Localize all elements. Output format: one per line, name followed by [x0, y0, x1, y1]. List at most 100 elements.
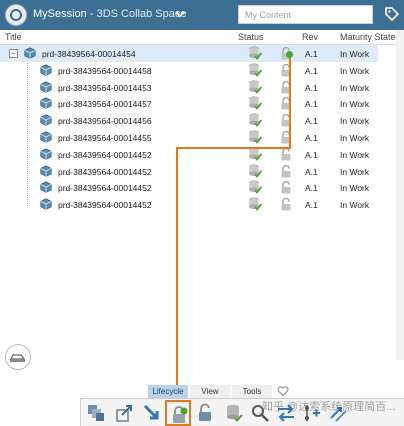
row-maturity: In Work: [340, 149, 370, 160]
top-bar: MySession - 3DS Collab Space My Content: [0, 0, 404, 30]
reserve-button[interactable]: [165, 400, 191, 426]
lock-add-icon: [173, 406, 188, 423]
part-icon: [24, 47, 36, 59]
part-icon: [40, 148, 52, 160]
tab-view[interactable]: View: [190, 385, 230, 398]
annotation-line: [289, 55, 291, 148]
status-icon: [249, 197, 262, 212]
tree-row[interactable]: prd-38439564-00014457 A.1 In Work: [0, 95, 378, 112]
share-icon: [116, 405, 132, 422]
share-button[interactable]: [111, 400, 137, 426]
database-icon: [227, 404, 243, 423]
part-icon: [40, 81, 52, 93]
part-icon: [40, 64, 52, 76]
status-icon: [249, 63, 262, 77]
row-rev: A.1: [305, 133, 318, 143]
row-maturity: In Work: [340, 133, 370, 143]
part-icon: [40, 97, 52, 110]
row-title: prd-38439564-00014452: [58, 166, 152, 177]
status-icon: [249, 164, 262, 178]
tree-row[interactable]: prd-38439564-00014458 A.1 In Work: [0, 62, 378, 79]
search-input[interactable]: My Content: [238, 5, 373, 24]
column-status[interactable]: Status: [238, 32, 264, 42]
row-title: prd-38439564-00014455: [58, 133, 152, 143]
tree-row[interactable]: prd-38439564-00014453 A.1 In Work: [0, 79, 378, 96]
row-title: prd-38439564-00014456: [58, 116, 152, 127]
tree-row[interactable]: prd-38439564-00014456 A.1 In Work: [0, 112, 378, 129]
tag-icon[interactable]: [385, 7, 399, 21]
status-icon: [249, 96, 262, 111]
session-title[interactable]: MySession - 3DS Collab Space: [33, 8, 186, 20]
copy-structure-button[interactable]: [83, 400, 109, 426]
lock-icon: [281, 147, 291, 161]
column-maturity[interactable]: Maturity State: [340, 32, 396, 42]
row-rev: A.1: [305, 166, 318, 177]
row-title: prd-38439564-00014452: [58, 149, 152, 160]
part-icon: [40, 131, 52, 143]
row-rev: A.1: [305, 82, 318, 93]
tree-row[interactable]: prd-38439564-00014454 A.1 In Work −: [0, 45, 378, 62]
compass-logo-icon[interactable]: [5, 4, 27, 26]
collapse-button[interactable]: [139, 400, 165, 426]
status-icon: [249, 130, 262, 144]
row-maturity: In Work: [340, 166, 370, 177]
row-title: prd-38439564-00014454: [42, 49, 136, 59]
tree-row[interactable]: prd-38439564-00014452 A.1 In Work: [0, 196, 378, 213]
row-rev: A.1: [305, 200, 318, 211]
lock-icon: [281, 198, 291, 211]
part-icon: [40, 114, 52, 126]
row-title: prd-38439564-00014452: [58, 200, 152, 211]
vertical-scrollbar[interactable]: [396, 30, 404, 360]
database-button[interactable]: [221, 400, 247, 426]
tree-row[interactable]: prd-38439564-00014452 A.1 In Work: [0, 179, 378, 196]
part-icon: [40, 181, 52, 194]
column-title[interactable]: Title: [5, 32, 22, 42]
row-title: prd-38439564-00014457: [58, 99, 152, 110]
row-maturity: In Work: [340, 65, 370, 76]
space-name: 3DS Collab Space: [96, 8, 187, 20]
row-rev: A.1: [305, 49, 318, 59]
row-title: prd-38439564-00014453: [58, 82, 152, 93]
row-title: prd-38439564-00014458: [58, 65, 152, 76]
car-assistant-button[interactable]: [5, 344, 31, 370]
status-icon: [249, 46, 262, 60]
copy-structure-icon: [88, 405, 104, 421]
row-maturity: In Work: [340, 82, 370, 93]
title-separator: -: [86, 8, 97, 20]
annotation-line: [176, 147, 291, 149]
row-rev: A.1: [305, 116, 318, 127]
row-maturity: In Work: [340, 49, 370, 59]
part-icon: [40, 198, 52, 210]
column-header: Title Status Rev Maturity State: [0, 30, 404, 45]
watermark-text: 知乎 @达索系统原理简百...: [262, 401, 396, 413]
collapse-toggle[interactable]: −: [9, 49, 18, 58]
row-maturity: In Work: [340, 99, 370, 110]
unlock-button[interactable]: [193, 400, 219, 426]
collapse-icon: [143, 404, 159, 420]
row-rev: A.1: [305, 99, 318, 110]
row-rev: A.1: [305, 149, 318, 160]
row-title: prd-38439564-00014452: [58, 183, 152, 194]
car-icon: [10, 354, 26, 362]
status-icon: [249, 113, 262, 128]
tree-row[interactable]: prd-38439564-00014455 A.1 In Work: [0, 129, 378, 146]
status-icon: [249, 80, 262, 94]
annotation-dot: [286, 51, 293, 58]
lock-icon: [281, 181, 291, 194]
row-maturity: In Work: [340, 200, 370, 211]
lock-icon: [281, 164, 291, 178]
row-rev: A.1: [305, 65, 318, 76]
chevron-down-icon[interactable]: [175, 9, 185, 19]
unlock-icon: [199, 403, 211, 421]
row-rev: A.1: [305, 183, 318, 194]
annotation-line: [176, 147, 178, 399]
favorite-icon[interactable]: [277, 385, 289, 397]
column-rev[interactable]: Rev: [302, 32, 318, 42]
row-maturity: In Work: [340, 183, 370, 194]
tree-row[interactable]: prd-38439564-00014452 A.1 In Work: [0, 163, 378, 180]
app-name: MySession: [33, 8, 87, 20]
tab-tools[interactable]: Tools: [232, 385, 272, 398]
status-icon: [249, 180, 262, 195]
row-maturity: In Work: [340, 116, 370, 127]
tab-lifecycle[interactable]: Lifecycle: [148, 385, 188, 398]
